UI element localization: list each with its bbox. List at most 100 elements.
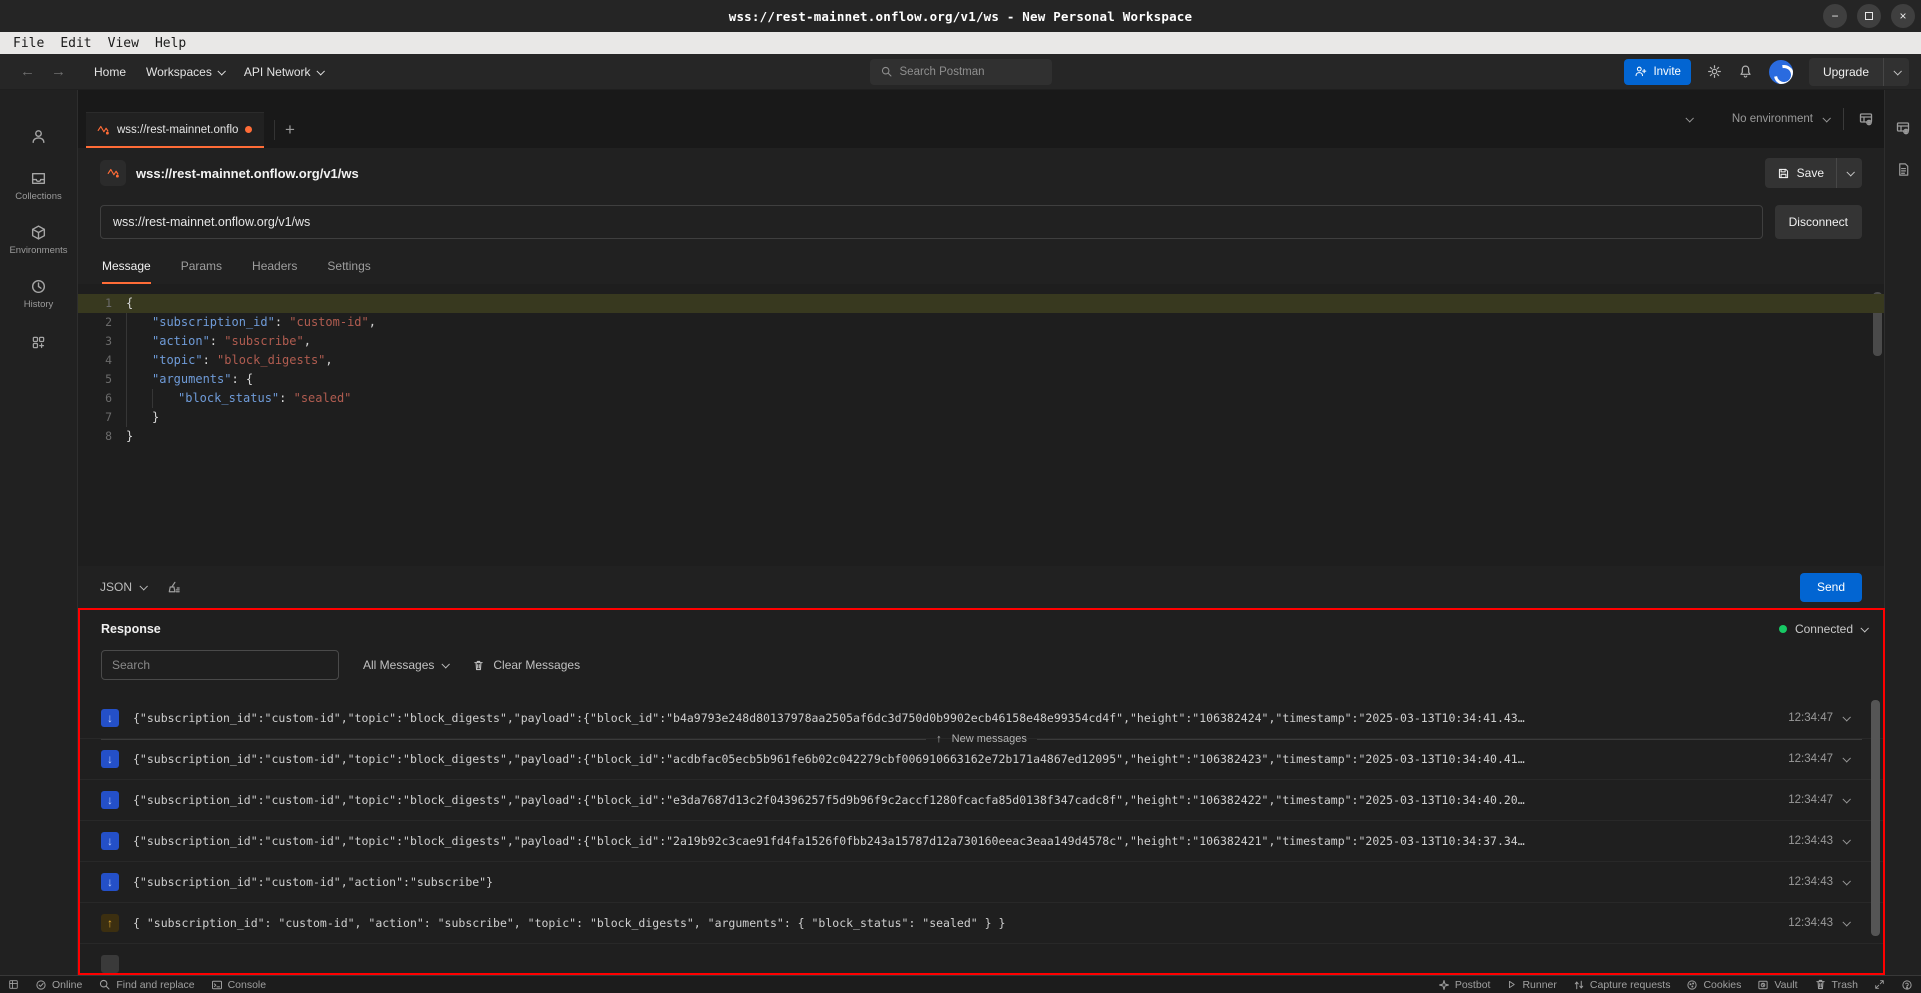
upgrade-button[interactable]: Upgrade	[1809, 58, 1909, 86]
minimize-button[interactable]: −	[1823, 4, 1847, 28]
statusbar-trash[interactable]: Trash	[1814, 978, 1858, 991]
connection-status[interactable]: Connected	[1779, 622, 1867, 636]
beautify-icon[interactable]	[166, 580, 181, 595]
statusbar-postbot[interactable]: Postbot	[1438, 979, 1491, 991]
disconnect-button[interactable]: Disconnect	[1775, 205, 1862, 239]
statusbar-find-and-replace[interactable]: Find and replace	[98, 978, 194, 991]
received-message-row[interactable]: ↓{"subscription_id":"custom-id","topic":…	[80, 821, 1883, 862]
chevron-down-icon[interactable]	[1842, 754, 1850, 762]
environment-selector[interactable]: No environment	[1732, 113, 1829, 125]
new-messages-divider[interactable]: ↑New messages	[80, 732, 1883, 746]
global-search-input[interactable]: Search Postman	[870, 59, 1052, 85]
message-type-select[interactable]: JSON	[100, 580, 146, 594]
editor-line[interactable]: 5"arguments": {	[78, 370, 1884, 389]
tab-settings[interactable]: Settings	[327, 259, 370, 284]
message-text: { "subscription_id": "custom-id", "actio…	[133, 916, 1774, 930]
tab-headers[interactable]: Headers	[252, 259, 297, 284]
bell-icon[interactable]	[1738, 64, 1753, 79]
menu-item[interactable]: View	[101, 36, 146, 51]
chevron-down-icon[interactable]	[1842, 795, 1850, 803]
user-icon	[30, 128, 47, 145]
menu-item[interactable]: Edit	[53, 36, 98, 51]
editor-line[interactable]: 6"block_status": "sealed"	[78, 389, 1884, 408]
sidebar-item-history[interactable]: History	[0, 271, 77, 317]
received-message-row[interactable]	[80, 944, 1883, 973]
sidebar-item-label: Environments	[9, 245, 67, 256]
chevron-down-icon[interactable]	[1842, 836, 1850, 844]
search-icon	[880, 65, 893, 78]
editor-line[interactable]: 7}	[78, 408, 1884, 427]
chevron-down-icon[interactable]	[1842, 877, 1850, 885]
avatar[interactable]	[1769, 60, 1793, 84]
sent-message-row[interactable]: ↑{ "subscription_id": "custom-id", "acti…	[80, 903, 1883, 944]
statusbar-expand[interactable]	[1874, 979, 1885, 990]
close-button[interactable]: ×	[1891, 4, 1915, 28]
statusbar-help[interactable]	[1901, 979, 1913, 991]
tab-params[interactable]: Params	[181, 259, 222, 284]
invite-button[interactable]: Invite	[1624, 59, 1691, 85]
chevron-down-icon[interactable]	[1842, 918, 1850, 926]
gear-icon[interactable]	[1707, 64, 1722, 79]
back-icon[interactable]: ←	[12, 63, 43, 80]
request-tabs: Message Params Headers Settings	[78, 246, 1884, 284]
statusbar-capture-requests[interactable]: Capture requests	[1573, 979, 1671, 991]
chevron-down-icon	[316, 67, 324, 75]
statusbar-online[interactable]: Online	[35, 979, 82, 991]
sidebar-item-collections[interactable]: Collections	[0, 163, 77, 209]
editor-line[interactable]: 8}	[78, 427, 1884, 446]
status-badge: Connected	[1795, 622, 1853, 636]
environment-quick-look-icon[interactable]	[1895, 120, 1911, 136]
environment-quick-look-icon[interactable]	[1858, 111, 1874, 127]
sidebar-item-user[interactable]	[0, 118, 77, 155]
line-number: 3	[78, 332, 126, 351]
new-tab-button[interactable]: +	[285, 120, 295, 140]
arrow-down-icon: ↓	[101, 873, 119, 891]
statusbar-console[interactable]: Console	[211, 979, 267, 991]
send-button[interactable]: Send	[1800, 573, 1862, 602]
window-title: wss://rest-mainnet.onflow.org/v1/ws - Ne…	[729, 9, 1193, 24]
statusbar-grid[interactable]	[8, 979, 19, 990]
vault-icon	[1757, 979, 1769, 991]
save-button[interactable]: Save	[1765, 158, 1862, 188]
menu-bar: FileEditViewHelp	[0, 32, 1921, 54]
line-number: 5	[78, 370, 126, 389]
chevron-down-icon[interactable]	[1842, 713, 1850, 721]
sidebar-item-apps[interactable]	[0, 325, 77, 360]
sidebar-item-environments[interactable]: Environments	[0, 217, 77, 263]
received-message-row[interactable]: ↓{"subscription_id":"custom-id","action"…	[80, 862, 1883, 903]
url-input[interactable]	[100, 205, 1763, 239]
tab-message[interactable]: Message	[102, 259, 151, 284]
nav-home[interactable]: Home	[94, 65, 126, 79]
statusbar-runner[interactable]: Runner	[1506, 979, 1556, 991]
save-dropdown[interactable]	[1836, 158, 1862, 188]
nav-api-network[interactable]: API Network	[244, 65, 323, 79]
message-editor[interactable]: 1{2"subscription_id": "custom-id",3"acti…	[78, 284, 1884, 566]
status-bar: Online Find and replace Console Postbot Run…	[0, 975, 1921, 993]
sidebar-item-label: Collections	[15, 191, 61, 202]
documentation-icon[interactable]	[1896, 162, 1911, 177]
request-tab[interactable]: wss://rest-mainnet.onflo	[86, 112, 264, 148]
statusbar-cookies[interactable]: Cookies	[1686, 979, 1741, 991]
upgrade-dropdown[interactable]	[1883, 58, 1909, 86]
forward-icon[interactable]: →	[43, 63, 74, 80]
menu-item[interactable]: File	[6, 36, 51, 51]
editor-line[interactable]: 1{	[78, 294, 1884, 313]
received-message-row[interactable]: ↓{"subscription_id":"custom-id","topic":…	[80, 780, 1883, 821]
arrow-up-icon: ↑	[936, 733, 942, 745]
nav-workspaces[interactable]: Workspaces	[146, 65, 224, 79]
statusbar-vault[interactable]: Vault	[1757, 979, 1797, 991]
message-list: ↓{"subscription_id":"custom-id","topic":…	[80, 698, 1883, 973]
clear-messages-button[interactable]: Clear Messages	[472, 658, 580, 672]
editor-line[interactable]: 3"action": "subscribe",	[78, 332, 1884, 351]
tab-list-chevron-icon[interactable]	[1685, 114, 1693, 122]
editor-line[interactable]: 4"topic": "block_digests",	[78, 351, 1884, 370]
menu-item[interactable]: Help	[148, 36, 193, 51]
arrow-down-icon: ↓	[101, 791, 119, 809]
editor-line[interactable]: 2"subscription_id": "custom-id",	[78, 313, 1884, 332]
message-filter-select[interactable]: All Messages	[363, 658, 448, 672]
window-controls: − ×	[1823, 4, 1915, 28]
maximize-button[interactable]	[1857, 4, 1881, 28]
chevron-down-icon	[1822, 114, 1830, 122]
response-search-input[interactable]	[101, 650, 339, 680]
search-placeholder: Search Postman	[900, 66, 985, 78]
